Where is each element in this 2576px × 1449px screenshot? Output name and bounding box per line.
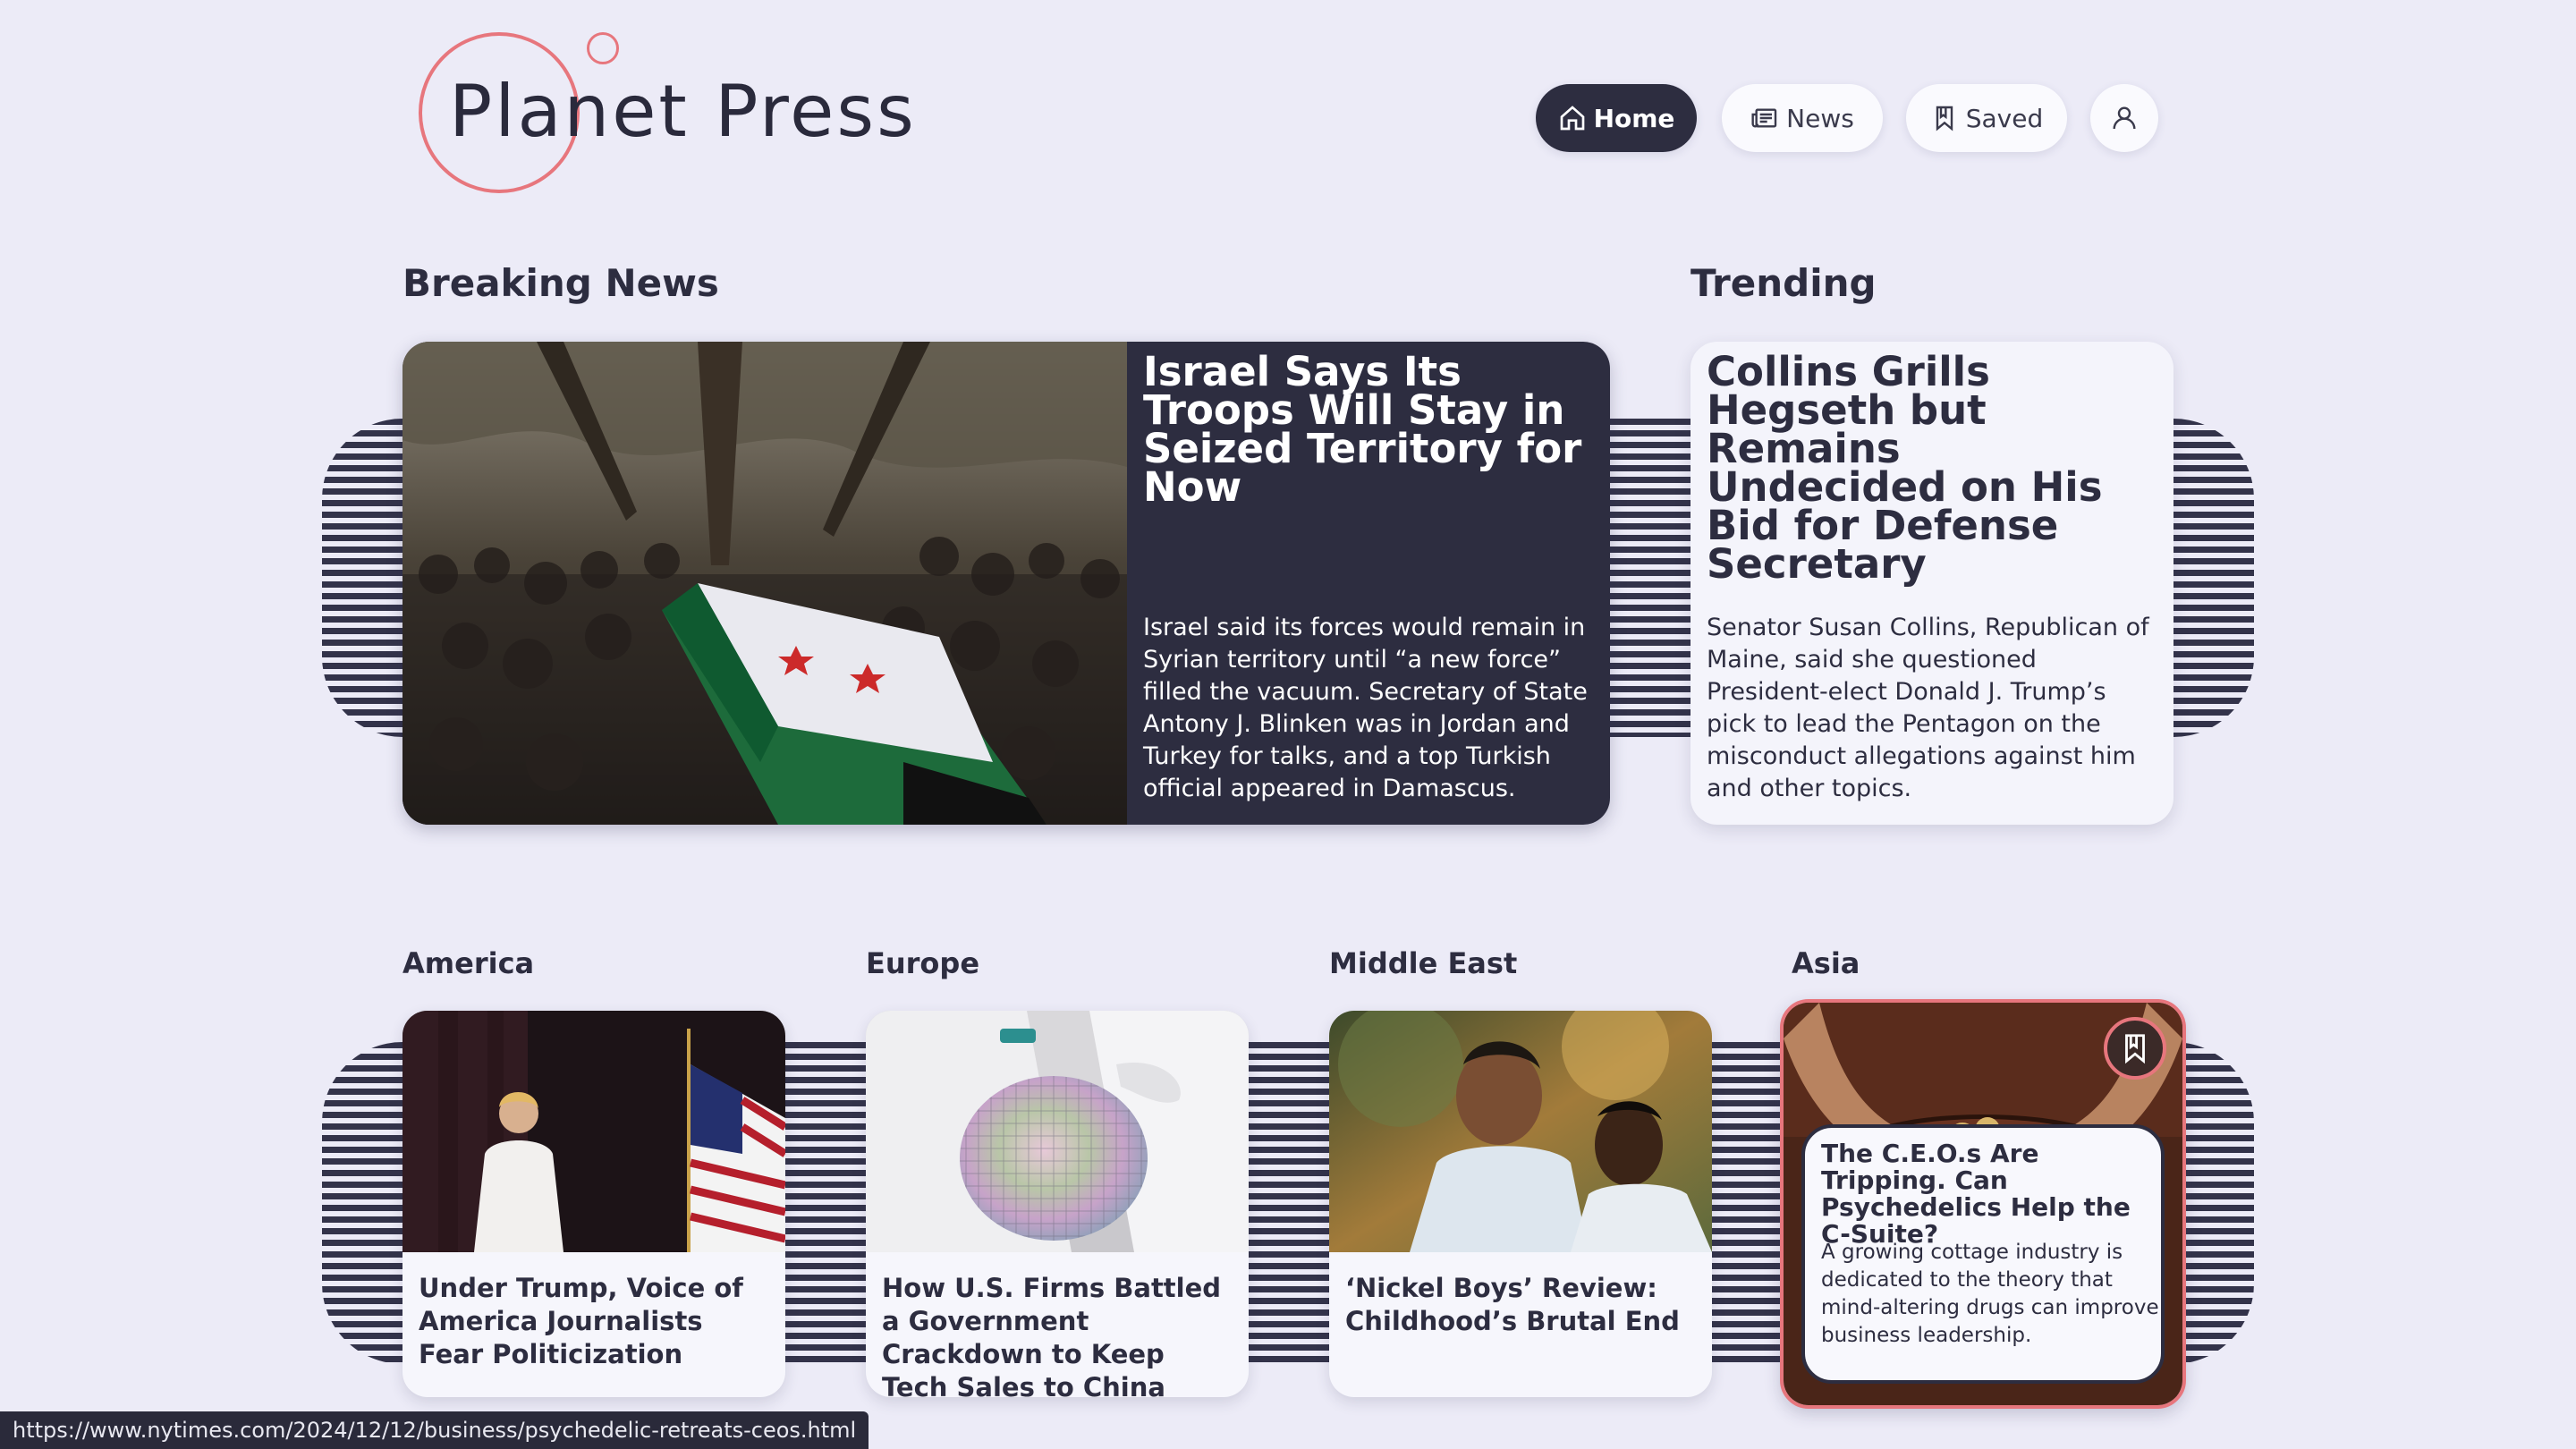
nav-home-button[interactable]: Home [1536,84,1697,152]
user-icon [2113,106,2136,130]
europe-article-title[interactable]: How U.S. Firms Battled a Government Crac… [882,1272,1235,1397]
region-heading-europe: Europe [866,946,980,980]
breaking-news-card[interactable]: Israel Says Its Troops Will Stay in Seiz… [402,342,1610,825]
site-name: Planet Press [449,70,917,153]
america-article-photo [402,1011,785,1252]
asia-article-overlay[interactable]: The C.E.O.s Are Tripping. Can Psychedeli… [1801,1124,2165,1384]
logo-dot [587,32,619,64]
article-card-europe[interactable]: How U.S. Firms Battled a Government Crac… [866,1011,1249,1397]
breaking-news-headline[interactable]: Israel Says Its Troops Will Stay in Seiz… [1143,352,1590,507]
nav-saved-button[interactable]: Saved [1906,84,2067,152]
newspaper-icon [1751,108,1777,128]
trending-card[interactable]: Collins Grills Hegseth but Remains Undec… [1690,342,2174,825]
trending-heading: Trending [1690,261,1877,305]
nav-saved-label: Saved [1965,103,2044,133]
home-icon [1560,106,1584,131]
middle-east-article-photo [1329,1011,1712,1252]
profile-button[interactable] [2090,84,2158,152]
trending-summary: Senator Susan Collins, Republican of Mai… [1707,614,2149,802]
trending-headline[interactable]: Collins Grills Hegseth but Remains Undec… [1707,352,2136,584]
article-card-middle-east[interactable]: ‘Nickel Boys’ Review: Childhood’s Brutal… [1329,1011,1712,1397]
nav-home-label: Home [1593,103,1675,133]
america-article-title[interactable]: Under Trump, Voice of America Journalist… [419,1272,772,1371]
nav-news-button[interactable]: News [1722,84,1883,152]
asia-article-summary: A growing cottage industry is dedicated … [1821,1241,2159,1347]
bookmark-article-button[interactable] [2104,1017,2166,1080]
article-card-asia[interactable]: The C.E.O.s Are Tripping. Can Psychedeli… [1780,999,2186,1409]
nav-news-label: News [1786,103,1854,133]
asia-article-title[interactable]: The C.E.O.s Are Tripping. Can Psychedeli… [1821,1140,2161,1248]
article-card-america[interactable]: Under Trump, Voice of America Journalist… [402,1011,785,1397]
breaking-news-summary: Israel said its forces would remain in S… [1143,614,1588,802]
region-heading-middle-east: Middle East [1329,946,1518,980]
site-logo[interactable]: Planet Press [417,29,914,199]
bookmark-icon [1936,106,1953,131]
region-heading-america: America [402,946,535,980]
middle-east-article-title[interactable]: ‘Nickel Boys’ Review: Childhood’s Brutal… [1345,1272,1699,1338]
bookmark-icon [2125,1034,2145,1064]
region-heading-asia: Asia [1792,946,1860,980]
europe-article-photo [866,1011,1249,1252]
breaking-news-photo [402,342,1127,825]
link-status-bar: https://www.nytimes.com/2024/12/12/busin… [0,1411,869,1449]
breaking-news-heading: Breaking News [402,261,719,305]
